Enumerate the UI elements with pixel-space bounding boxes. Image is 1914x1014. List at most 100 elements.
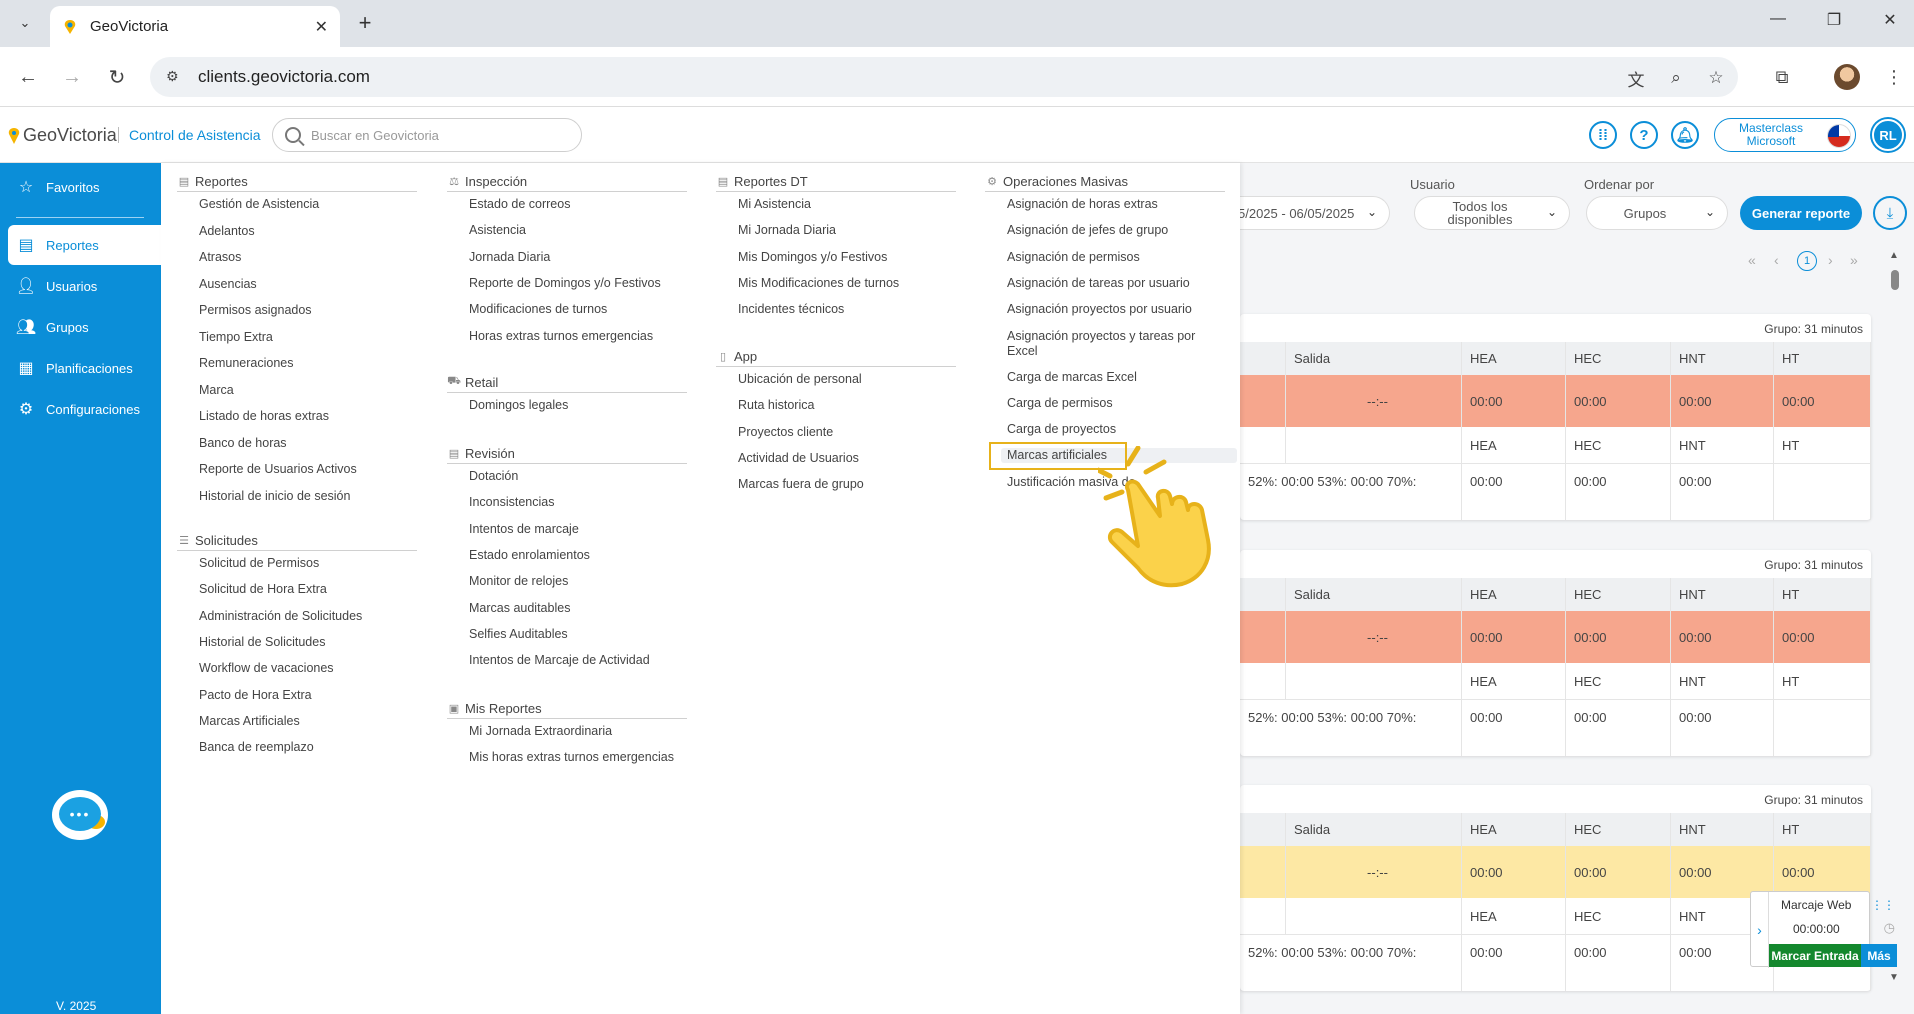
menu-item-dotacion[interactable]: Dotación <box>469 469 518 484</box>
minimize-window-button[interactable]: — <box>1758 10 1798 28</box>
help-icon[interactable]: ? <box>1630 121 1658 149</box>
address-bar[interactable]: ⚙ clients.geovictoria.com 文 ⌕ ☆ <box>150 57 1738 97</box>
menu-item-historial-de-inicio-de-sesion[interactable]: Historial de inicio de sesión <box>199 489 350 504</box>
apps-grid-icon[interactable]: ⁞⁞ <box>1589 121 1617 149</box>
table-row[interactable]: --:-- 00:00 00:00 00:00 00:00 <box>1240 611 1871 663</box>
menu-item-historial-de-solicitudes[interactable]: Historial de Solicitudes <box>199 635 325 650</box>
profile-avatar[interactable] <box>1834 64 1860 90</box>
scroll-up-icon[interactable]: ▲ <box>1889 250 1899 261</box>
menu-item-mis-horas-extras-turnos-emergencias[interactable]: Mis horas extras turnos emergencias <box>469 750 674 765</box>
page-scrollbar[interactable]: ▲ ▼ <box>1888 250 1902 990</box>
menu-item-mi-asistencia[interactable]: Mi Asistencia <box>738 197 811 212</box>
translate-icon[interactable]: 文 <box>1624 66 1648 90</box>
menu-item-jornada-diaria[interactable]: Jornada Diaria <box>469 250 550 265</box>
menu-item-administracion-de-solicitudes[interactable]: Administración de Solicitudes <box>199 609 362 624</box>
sidebar-item-usuarios[interactable]: 👤︎ Usuarios <box>8 266 161 306</box>
menu-item-estado-de-correos[interactable]: Estado de correos <box>469 197 570 212</box>
next-page-icon[interactable]: › <box>1828 252 1833 268</box>
menu-item-monitor-de-relojes[interactable]: Monitor de relojes <box>469 574 568 589</box>
menu-item-asignacion-de-tareas-por-usuario[interactable]: Asignación de tareas por usuario <box>1007 276 1217 291</box>
menu-item-carga-de-marcas-excel[interactable]: Carga de marcas Excel <box>1007 370 1217 385</box>
restore-window-button[interactable]: ❐ <box>1814 10 1854 30</box>
date-range-select[interactable]: 5/2025 - 06/05/2025 ⌄ <box>1218 196 1390 230</box>
menu-item-adelantos[interactable]: Adelantos <box>199 224 255 239</box>
first-page-icon[interactable]: « <box>1748 252 1756 268</box>
menu-item-banco-de-horas[interactable]: Banco de horas <box>199 436 287 451</box>
browser-tab[interactable]: GeoVictoria ✕ <box>50 6 340 47</box>
menu-item-reporte-de-usuarios-activos[interactable]: Reporte de Usuarios Activos <box>199 462 357 477</box>
sidebar-item-favoritos[interactable]: ☆ Favoritos <box>8 167 161 207</box>
site-settings-icon[interactable]: ⚙ <box>166 68 184 86</box>
menu-item-asignacion-proyectos-y-tareas-por-excel[interactable]: Asignación proyectos y tareas por Excel <box>1007 329 1217 359</box>
menu-item-proyectos-cliente[interactable]: Proyectos cliente <box>738 425 833 440</box>
zoom-icon[interactable]: ⌕ <box>1664 66 1688 90</box>
current-page[interactable]: 1 <box>1797 251 1817 271</box>
menu-item-marca[interactable]: Marca <box>199 383 234 398</box>
search-input[interactable]: Buscar en Geovictoria <box>272 118 582 152</box>
menu-item-mi-jornada-diaria[interactable]: Mi Jornada Diaria <box>738 223 836 238</box>
menu-item-actividad-de-usuarios[interactable]: Actividad de Usuarios <box>738 451 859 466</box>
menu-item-marcas-artificiales[interactable]: Marcas Artificiales <box>199 714 300 729</box>
menu-item-selfies-auditables[interactable]: Selfies Auditables <box>469 627 568 642</box>
tab-search-button[interactable]: ⌄ <box>10 8 40 38</box>
menu-item-ruta-historica[interactable]: Ruta historica <box>738 398 814 413</box>
menu-item-marcas-fuera-de-grupo[interactable]: Marcas fuera de grupo <box>738 477 864 492</box>
menu-item-ausencias[interactable]: Ausencias <box>199 277 257 292</box>
menu-item-asignacion-de-horas-extras[interactable]: Asignación de horas extras <box>1007 197 1217 212</box>
forward-button[interactable]: → <box>58 63 86 91</box>
menu-item-remuneraciones[interactable]: Remuneraciones <box>199 356 294 371</box>
ordenar-select[interactable]: Grupos ⌄ <box>1586 196 1728 230</box>
menu-item-inconsistencias[interactable]: Inconsistencias <box>469 495 554 510</box>
scroll-down-icon[interactable]: ▼ <box>1889 972 1899 983</box>
menu-item-carga-de-permisos[interactable]: Carga de permisos <box>1007 396 1217 411</box>
menu-item-permisos-asignados[interactable]: Permisos asignados <box>199 303 312 318</box>
menu-item-asignacion-de-permisos[interactable]: Asignación de permisos <box>1007 250 1217 265</box>
table-row[interactable]: --:-- 00:00 00:00 00:00 00:00 <box>1240 375 1871 427</box>
menu-item-intentos-de-marcaje-de-actividad[interactable]: Intentos de Marcaje de Actividad <box>469 653 650 668</box>
menu-item-asignacion-proyectos-por-usuario[interactable]: Asignación proyectos por usuario <box>1007 302 1217 317</box>
close-tab-icon[interactable]: ✕ <box>315 17 328 37</box>
menu-item-mis-modificaciones-de-turnos[interactable]: Mis Modificaciones de turnos <box>738 276 899 291</box>
geovictoria-logo[interactable]: GeoVictoria <box>8 125 117 146</box>
user-avatar[interactable]: RL <box>1872 119 1904 151</box>
expand-widget-icon[interactable]: › <box>1751 892 1769 968</box>
menu-item-atrasos[interactable]: Atrasos <box>199 250 241 265</box>
menu-item-marcas-auditables[interactable]: Marcas auditables <box>469 601 570 616</box>
menu-item-estado-enrolamientos[interactable]: Estado enrolamientos <box>469 548 590 563</box>
menu-item-incidentes-tecnicos[interactable]: Incidentes técnicos <box>738 302 844 317</box>
sidebar-item-configuraciones[interactable]: ⚙ Configuraciones <box>8 389 161 429</box>
sidebar-item-planificaciones[interactable]: ▦ Planificaciones <box>8 348 161 388</box>
menu-item-domingos-legales[interactable]: Domingos legales <box>469 398 568 413</box>
menu-item-horas-extras-turnos-emergencias[interactable]: Horas extras turnos emergencias <box>469 329 653 344</box>
menu-item-tiempo-extra[interactable]: Tiempo Extra <box>199 330 273 345</box>
menu-item-solicitud-de-hora-extra[interactable]: Solicitud de Hora Extra <box>199 582 327 597</box>
menu-item-solicitud-de-permisos[interactable]: Solicitud de Permisos <box>199 556 319 571</box>
menu-item-asignacion-de-jefes-de-grupo[interactable]: Asignación de jefes de grupo <box>1007 223 1217 238</box>
sidebar-item-reportes[interactable]: ▤ Reportes <box>8 225 161 265</box>
chatbot-button[interactable]: ••• <box>52 790 108 840</box>
notifications-bell-icon[interactable]: 🔔︎ <box>1671 121 1699 149</box>
reload-button[interactable]: ↻ <box>103 63 131 91</box>
menu-item-intentos-de-marcaje[interactable]: Intentos de marcaje <box>469 522 579 537</box>
menu-item-ubicacion-de-personal[interactable]: Ubicación de personal <box>738 372 862 387</box>
back-button[interactable]: ← <box>14 63 42 91</box>
last-page-icon[interactable]: » <box>1850 252 1858 268</box>
menu-item-mis-domingos-y-o-festivos[interactable]: Mis Domingos y/o Festivos <box>738 250 887 265</box>
download-icon[interactable]: ⤓ <box>1873 196 1907 230</box>
scrollbar-thumb[interactable] <box>1891 270 1899 290</box>
masterclass-button[interactable]: Masterclass Microsoft <box>1714 118 1856 152</box>
menu-item-gestion-de-asistencia[interactable]: Gestión de Asistencia <box>199 197 319 212</box>
menu-item-asistencia[interactable]: Asistencia <box>469 223 526 238</box>
extensions-icon[interactable]: ⧉ <box>1768 63 1796 91</box>
generate-report-button[interactable]: Generar reporte <box>1740 196 1862 230</box>
menu-item-workflow-de-vacaciones[interactable]: Workflow de vacaciones <box>199 661 334 676</box>
sidebar-item-grupos[interactable]: 👥︎ Grupos <box>8 307 161 347</box>
menu-item-banca-de-reemplazo[interactable]: Banca de reemplazo <box>199 740 314 755</box>
menu-item-carga-de-proyectos[interactable]: Carga de proyectos <box>1007 422 1217 437</box>
bookmark-star-icon[interactable]: ☆ <box>1704 66 1728 90</box>
more-options-icon[interactable]: ⋮ <box>1880 63 1908 91</box>
module-title[interactable]: Control de Asistencia <box>118 127 261 143</box>
usuario-select[interactable]: Todos los disponibles ⌄ <box>1414 196 1570 230</box>
menu-item-listado-de-horas-extras[interactable]: Listado de horas extras <box>199 409 329 424</box>
menu-item-mi-jornada-extraordinaria[interactable]: Mi Jornada Extraordinaria <box>469 724 612 739</box>
